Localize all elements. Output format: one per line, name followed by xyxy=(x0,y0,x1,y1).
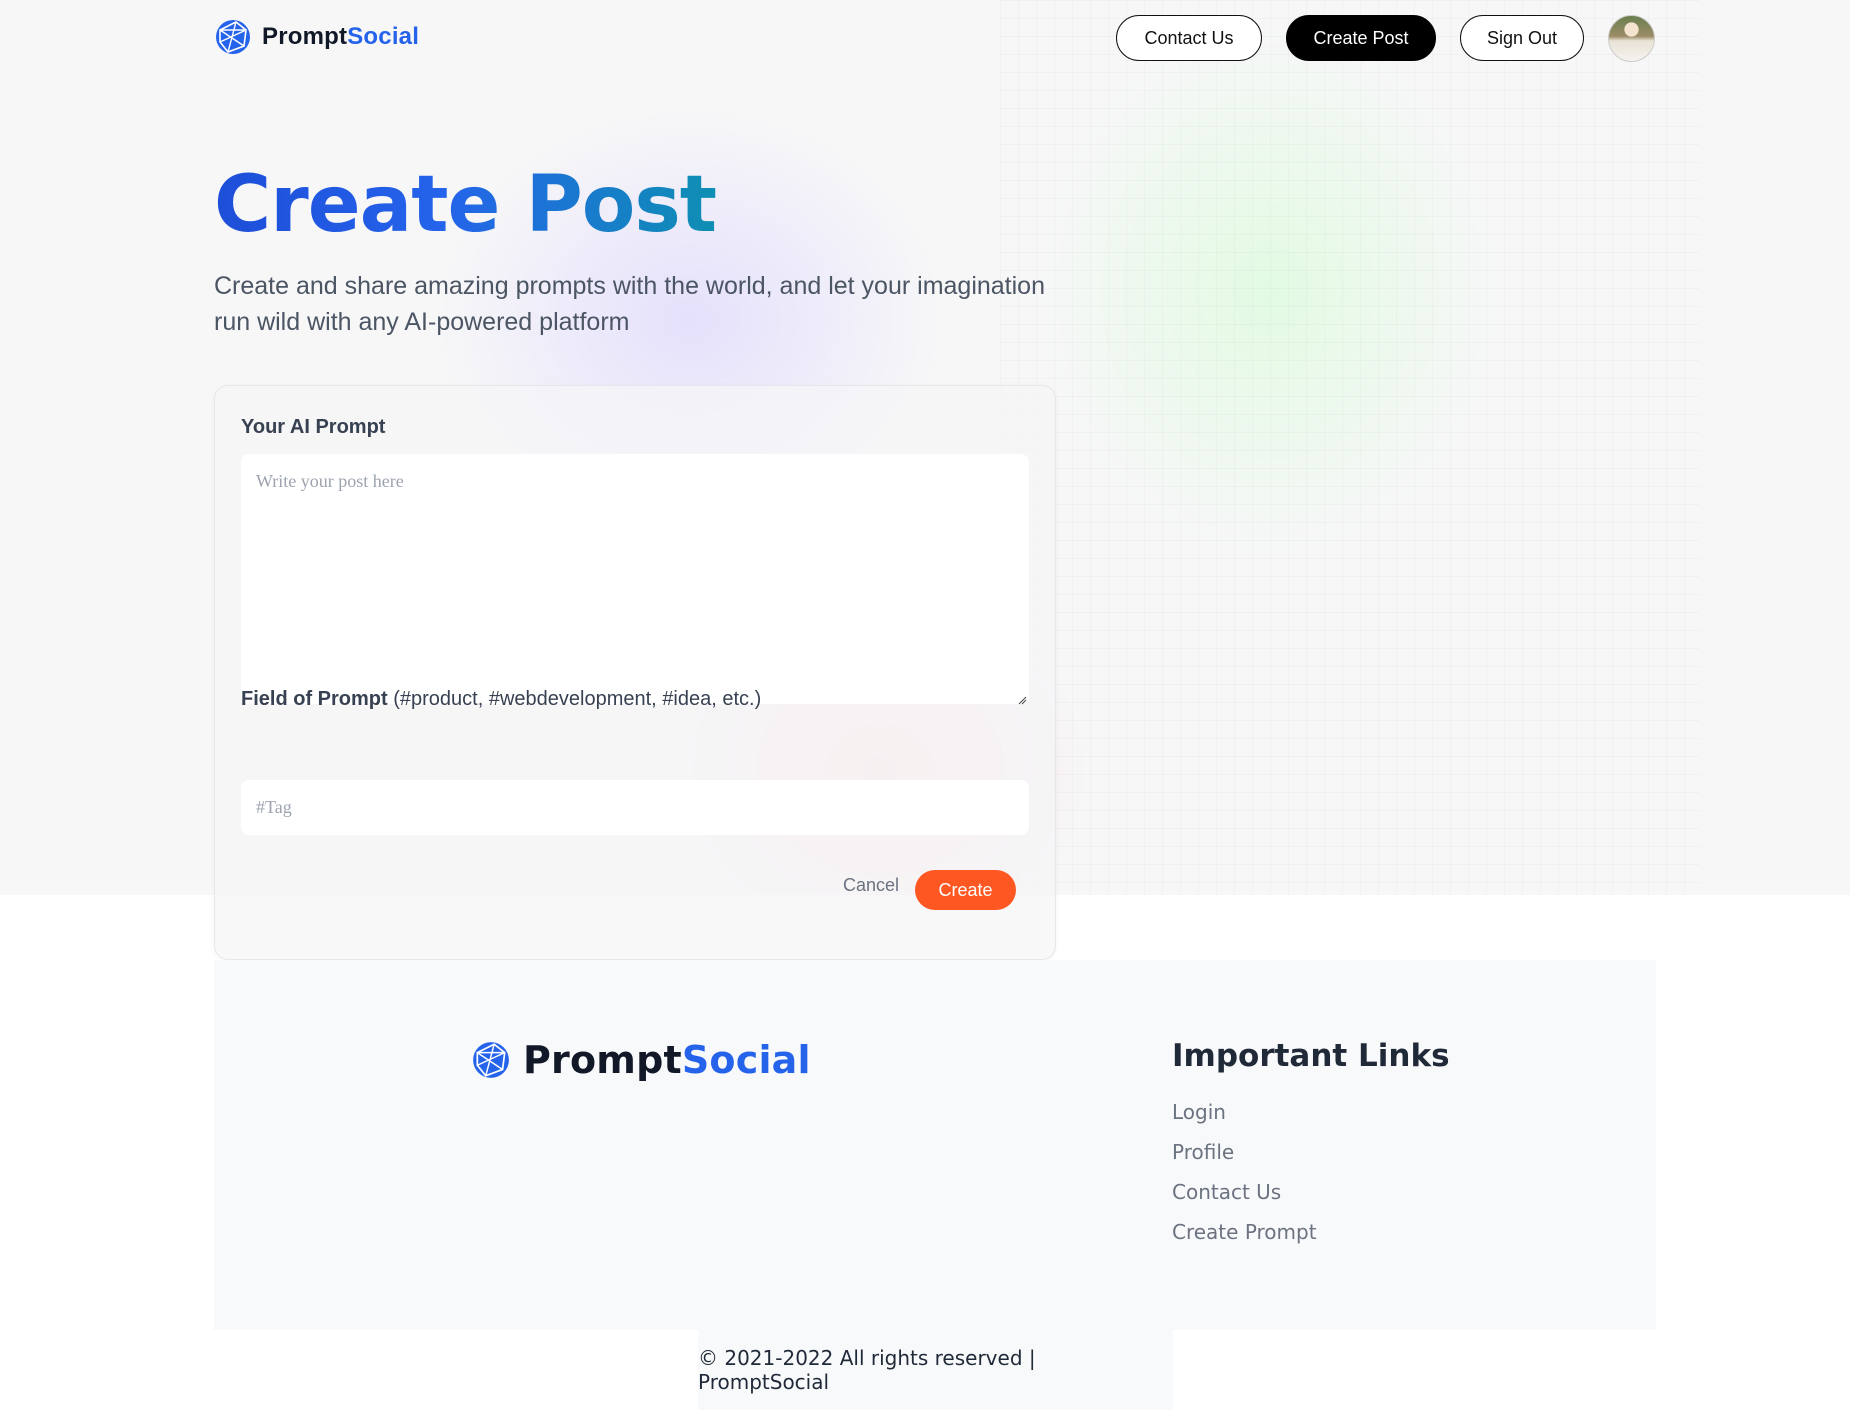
globe-logo-icon xyxy=(471,1040,511,1080)
page-title: Create Post xyxy=(214,160,717,250)
footer-link-contact-us[interactable]: Contact Us xyxy=(1172,1180,1281,1204)
prompt-textarea[interactable] xyxy=(241,454,1029,704)
footer xyxy=(214,960,1656,1330)
sign-out-button[interactable]: Sign Out xyxy=(1460,15,1584,61)
create-post-button[interactable]: Create Post xyxy=(1286,15,1436,61)
footer-logo[interactable]: PromptSocial xyxy=(471,1038,811,1082)
cancel-button[interactable]: Cancel xyxy=(843,875,899,896)
tag-input[interactable] xyxy=(241,780,1029,835)
footer-link-profile[interactable]: Profile xyxy=(1172,1140,1234,1164)
page-subtitle: Create and share amazing prompts with th… xyxy=(214,272,1045,336)
tag-label-title: Field of Prompt xyxy=(241,688,388,710)
tag-label: Field of Prompt (#product, #webdevelopme… xyxy=(241,688,761,711)
footer-link-login[interactable]: Login xyxy=(1172,1100,1226,1124)
prompt-label: Your AI Prompt xyxy=(241,416,386,438)
footer-link-create-prompt[interactable]: Create Prompt xyxy=(1172,1220,1317,1244)
create-post-form: Your AI Prompt Field of Prompt (#product… xyxy=(214,385,1056,960)
nav-logo-link[interactable]: PromptSocial xyxy=(214,18,419,56)
footer-links-title: Important Links xyxy=(1172,1038,1450,1074)
resize-handle-icon[interactable] xyxy=(1018,692,1027,705)
contact-us-button[interactable]: Contact Us xyxy=(1116,15,1262,61)
user-avatar-icon[interactable] xyxy=(1608,15,1655,62)
copyright-text: © 2021-2022 All rights reserved | Prompt… xyxy=(698,1330,1173,1410)
page: PromptSocial Contact Us Create Post Sign… xyxy=(0,0,1850,1410)
create-button[interactable]: Create xyxy=(915,870,1016,910)
footer-brand-name: PromptSocial xyxy=(523,1038,811,1082)
globe-logo-icon xyxy=(214,18,252,56)
brand-name: PromptSocial xyxy=(262,23,420,50)
tag-label-hint: (#product, #webdevelopment, #idea, etc.) xyxy=(393,688,762,710)
